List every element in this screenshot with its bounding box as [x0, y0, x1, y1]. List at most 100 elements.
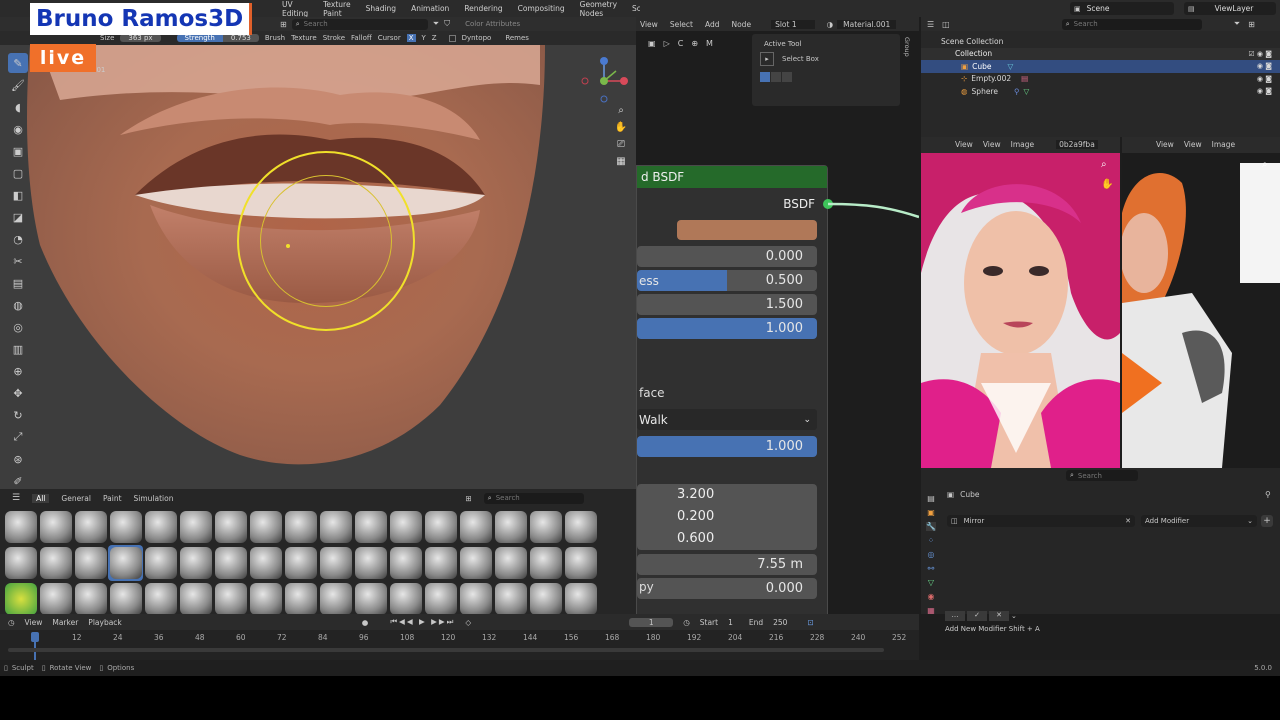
brush-thumbnail[interactable]: [528, 545, 563, 581]
brush-thumbnail[interactable]: [73, 509, 108, 545]
tab-simulation[interactable]: Simulation: [134, 494, 174, 503]
brush-thumbnail[interactable]: [108, 581, 143, 617]
timeline-icon[interactable]: ◷: [8, 618, 15, 627]
brush-thumbnail[interactable]: [3, 581, 38, 617]
workspace-tab[interactable]: Texture Paint: [323, 0, 350, 18]
image-editor-right[interactable]: View View Image ⌕: [1122, 137, 1280, 468]
brush-thumbnail[interactable]: [38, 509, 73, 545]
display-mode-icon[interactable]: ◫: [942, 20, 950, 29]
current-frame-field[interactable]: 1: [629, 617, 674, 627]
frame-ruler[interactable]: 1122436486072849610812013214415616818019…: [0, 633, 919, 645]
brush-thumbnail[interactable]: [423, 581, 458, 617]
face-set-tool[interactable]: ◪: [8, 207, 28, 227]
viewlayer-selector[interactable]: ▤ ViewLayer: [1184, 2, 1276, 15]
data-tab-icon[interactable]: ▽: [928, 578, 934, 587]
brush-thumbnail[interactable]: [563, 581, 598, 617]
view-menu[interactable]: View: [955, 140, 973, 149]
principled-bsdf-node[interactable]: d BSDF BSDF 0.000 ess 0.500 1.500 1.000 face…: [636, 165, 828, 614]
brush-thumbnail[interactable]: [108, 509, 143, 545]
brush-thumbnail[interactable]: [458, 581, 493, 617]
brush-thumbnail[interactable]: [353, 545, 388, 581]
select-mode-buttons[interactable]: [760, 72, 792, 82]
perspective-grid-icon[interactable]: ▦: [616, 156, 625, 167]
brush-thumbnail[interactable]: [38, 581, 73, 617]
playback-menu[interactable]: Playback: [88, 618, 121, 627]
strength-field[interactable]: 0.753: [222, 34, 259, 42]
image-menu[interactable]: Image: [1011, 140, 1035, 149]
transform-tool[interactable]: ⊛: [8, 449, 28, 469]
node-input-field[interactable]: 0.000: [637, 246, 817, 267]
brush-thumbnail[interactable]: [73, 581, 108, 617]
brush-thumbnail[interactable]: [353, 509, 388, 545]
pan-hand-icon[interactable]: ✋: [615, 122, 627, 133]
shield-icon[interactable]: ⛉: [444, 19, 450, 29]
display-grid-icon[interactable]: ⊞: [465, 494, 471, 503]
add-modifier-dropdown[interactable]: Add Modifier ⌄: [1141, 515, 1257, 527]
eye-icon[interactable]: ◉ ◙: [1257, 87, 1272, 95]
mesh-filter-tool[interactable]: ▤: [8, 273, 28, 293]
node-menu[interactable]: Node: [731, 20, 751, 29]
paint-tool[interactable]: 🖌: [8, 75, 28, 95]
symmetry-y[interactable]: Y: [422, 34, 426, 42]
tab-paint[interactable]: Paint: [103, 494, 122, 503]
brush-thumbnail[interactable]: [143, 509, 178, 545]
hamburger-icon[interactable]: ☰: [12, 493, 20, 503]
image-name[interactable]: 0b2a9fba: [1056, 139, 1098, 149]
rotate-tool[interactable]: ↻: [8, 405, 28, 425]
globe-icon[interactable]: ⊕: [691, 39, 698, 48]
remesh-label[interactable]: Remes: [505, 34, 529, 42]
collection-row[interactable]: Collection ☑ ◉ ◙: [921, 47, 1280, 60]
workspace-tab[interactable]: Rendering: [464, 4, 502, 13]
modifier-tab-icon[interactable]: 🔧: [926, 522, 936, 531]
outliner-item-cube[interactable]: ▣ Cube ▽ ◉ ◙: [921, 60, 1280, 73]
color-attributes-label[interactable]: Color Attributes: [465, 20, 520, 28]
object-tab-icon[interactable]: ▣: [927, 508, 935, 517]
mirror-modifier-header[interactable]: ◫ Mirror ✕: [947, 515, 1135, 527]
view-menu[interactable]: View: [1156, 140, 1174, 149]
brush-thumbnail[interactable]: [493, 545, 528, 581]
mask-by-color-tool[interactable]: ⊕: [8, 361, 28, 381]
eye-icon[interactable]: ◉ ◙: [1257, 75, 1272, 83]
brush-thumbnail[interactable]: [528, 581, 563, 617]
brush-thumbnail[interactable]: [318, 545, 353, 581]
camera-icon[interactable]: ⎚: [617, 139, 625, 150]
view-menu[interactable]: View: [640, 20, 658, 29]
node-input-field[interactable]: 1.500: [637, 294, 817, 315]
brush-thumbnail[interactable]: [178, 509, 213, 545]
cursor-menu[interactable]: Cursor: [378, 34, 401, 42]
workspace-tab[interactable]: Geometry Nodes: [580, 0, 617, 18]
brush-thumbnail[interactable]: [248, 509, 283, 545]
eye-icon[interactable]: ◉ ◙: [1257, 62, 1272, 70]
scene-selector[interactable]: ▣ Scene: [1070, 2, 1174, 15]
outliner-type-icon[interactable]: ☰: [927, 20, 934, 29]
start-field[interactable]: 1: [728, 618, 733, 627]
smear-tool[interactable]: ◖: [8, 97, 28, 117]
edit-mode-icon[interactable]: …: [945, 610, 965, 621]
brush-thumbnail[interactable]: [458, 509, 493, 545]
pan-hand-icon[interactable]: ✋: [1101, 179, 1113, 190]
brush-thumbnail[interactable]: [388, 581, 423, 617]
brush-thumbnail[interactable]: [248, 545, 283, 581]
add-menu[interactable]: Add: [705, 20, 720, 29]
particles-tab-icon[interactable]: ⁘: [928, 536, 935, 545]
select-box-button[interactable]: ▸ Select Box: [760, 52, 819, 66]
brush-menu[interactable]: Brush: [265, 34, 285, 42]
marker-menu[interactable]: Marker: [52, 618, 78, 627]
brush-thumbnail[interactable]: [3, 509, 38, 545]
workspace-tab[interactable]: Shading: [366, 4, 396, 13]
brush-size-field[interactable]: 363 px: [120, 34, 161, 42]
symmetry-z[interactable]: Z: [432, 34, 437, 42]
physics-tab-icon[interactable]: ◎: [928, 550, 935, 559]
select-box-icon[interactable]: ▣: [648, 39, 656, 48]
outliner-search-input[interactable]: ⌕ Search: [1061, 18, 1202, 30]
brush-thumbnail[interactable]: [143, 581, 178, 617]
annotate-tool[interactable]: ✐: [8, 471, 28, 489]
cursor-icon[interactable]: ▷: [664, 39, 670, 48]
view-menu-2[interactable]: View: [983, 140, 1001, 149]
slot-selector[interactable]: Slot 1: [771, 19, 815, 29]
sync-icon[interactable]: ⊡: [807, 618, 813, 627]
brush-thumbnail[interactable]: [73, 545, 108, 581]
anisotropy-field[interactable]: 0.000: [637, 578, 817, 599]
tab-general[interactable]: General: [61, 494, 91, 503]
viewport-3d[interactable]: ⊞ ⌕ Search ⏷ ⛉ Color Attributes Size 363…: [0, 17, 636, 489]
